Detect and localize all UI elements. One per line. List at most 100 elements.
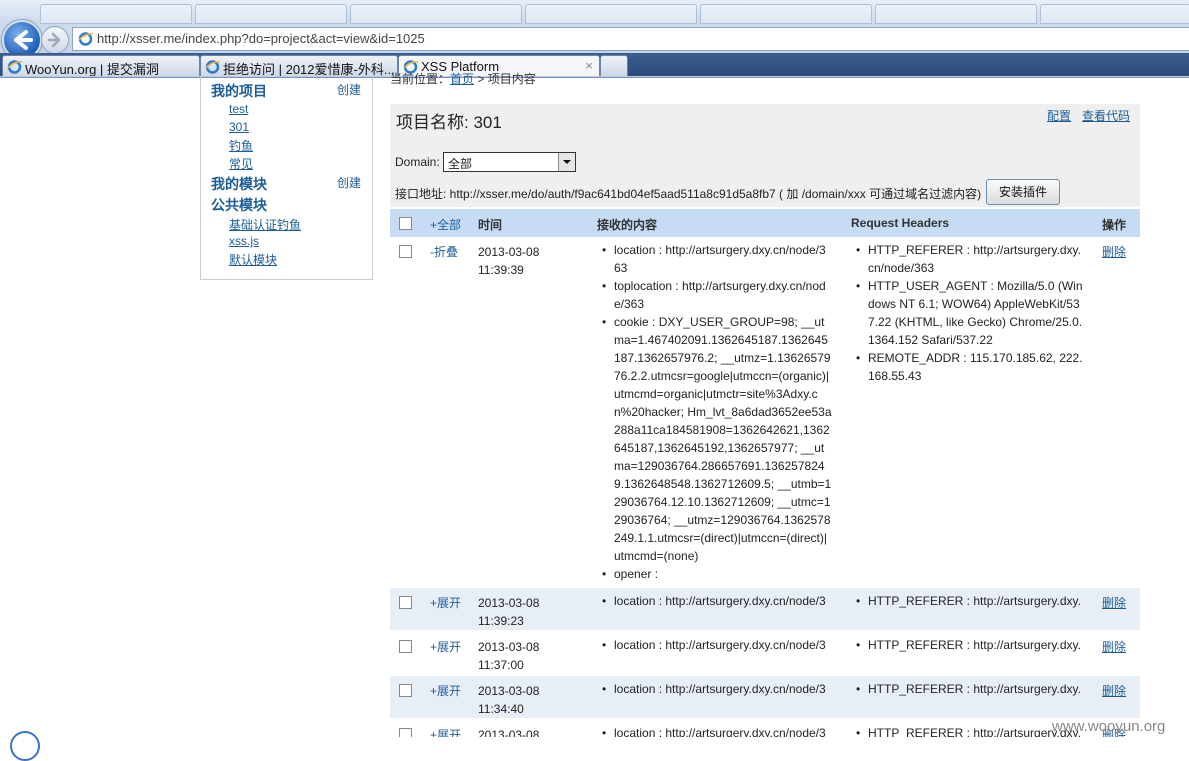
row-checkbox[interactable] (399, 684, 412, 697)
received-content-list: location : http://artsurgery.dxy.cn/node… (600, 592, 832, 610)
tab-wooyun[interactable]: WooYun.org | 提交漏洞 (2, 55, 200, 76)
view-code-link[interactable]: 查看代码 (1082, 107, 1130, 124)
row-checkbox[interactable] (399, 640, 412, 653)
column-header-content: 接收的内容 (597, 218, 658, 232)
api-address-text: 接口地址: http://xsser.me/do/auth/f9ac641bd0… (395, 187, 982, 201)
sidebar: 我的项目 创建 test 301 钓鱼 常见 我的模块 创建 公共模块 基础认证… (200, 77, 373, 280)
expand-toggle[interactable]: +展开 (430, 682, 461, 699)
received-content-list: location : http://artsurgery.dxy.cn/node… (600, 636, 832, 654)
request-headers-list: HTTP_REFERER : http://artsurgery.dxy. (854, 636, 1084, 654)
expand-toggle[interactable]: +展开 (430, 594, 461, 611)
column-header-action: 操作 (1102, 218, 1127, 232)
background-window-tab[interactable] (875, 4, 1037, 24)
module-link-basic-auth[interactable]: 基础认证钓鱼 (229, 216, 301, 233)
header-item: HTTP_REFERER : http://artsurgery.dxy. (854, 592, 1084, 610)
address-url[interactable]: http://xsser.me/index.php?do=project&act… (97, 31, 425, 46)
request-headers-list: HTTP_REFERER : http://artsurgery.dxy. (854, 592, 1084, 610)
breadcrumb-home-link[interactable]: 首页 (450, 72, 474, 86)
arrow-right-icon (47, 32, 61, 48)
content-item: location : http://artsurgery.dxy.cn/node… (600, 724, 832, 737)
domain-select[interactable]: 全部 (443, 152, 576, 172)
header-item: REMOTE_ADDR : 115.170.185.62, 222.168.55… (854, 349, 1084, 385)
ie-logo-icon (205, 60, 220, 74)
row-date: 2013-03-08 11:37:00 (478, 640, 540, 672)
header-item: HTTP_REFERER : http://artsurgery.dxy. (854, 724, 1084, 737)
table-row: -折叠 2013-03-08 11:39:39 location : http:… (390, 237, 1140, 587)
domain-select-value: 全部 (448, 157, 473, 171)
status-circle-icon (10, 731, 40, 761)
address-bar[interactable]: http://xsser.me/index.php?do=project&act… (72, 27, 1189, 51)
content-item: cookie : DXY_USER_GROUP=98; __utma=1.467… (600, 313, 832, 565)
project-title: 项目名称: 301 (396, 113, 502, 132)
dropdown-arrow-icon[interactable] (558, 153, 575, 171)
tab-label: WooYun.org | 提交漏洞 (25, 62, 159, 76)
close-tab-icon[interactable]: × (585, 58, 593, 73)
content-item: location : http://artsurgery.dxy.cn/node… (600, 680, 832, 698)
breadcrumb: 当前位置：首页 > 项目内容 (390, 70, 536, 87)
select-all-checkbox[interactable] (399, 217, 412, 230)
expand-toggle[interactable]: +展开 (430, 726, 461, 737)
project-link-common[interactable]: 常见 (229, 155, 253, 172)
background-window-tab[interactable] (350, 4, 522, 24)
config-link[interactable]: 配置 (1047, 107, 1071, 124)
expand-toggle[interactable]: +展开 (430, 638, 461, 655)
tab-label: 拒绝访问 | 2012爱惜康-外科... (223, 62, 395, 76)
table-header: +全部 时间 接收的内容 Request Headers 操作 (390, 209, 1140, 237)
content-item: location : http://artsurgery.dxy.cn/node… (600, 592, 832, 610)
project-link-phishing[interactable]: 钓鱼 (229, 137, 253, 154)
table-row: +展开 2013-03-08 11:34:40 location : http:… (390, 676, 1140, 718)
project-link-301[interactable]: 301 (229, 120, 249, 134)
create-module-link[interactable]: 创建 (337, 174, 361, 191)
watermark: www.wooyun.org (1052, 718, 1166, 735)
received-content-list: location : http://artsurgery.dxy.cn/node… (600, 241, 832, 583)
browser-chrome: http://xsser.me/index.php?do=project&act… (0, 0, 1189, 78)
row-checkbox[interactable] (399, 596, 412, 609)
delete-link[interactable]: 删除 (1102, 638, 1126, 655)
collapse-toggle[interactable]: -折叠 (430, 243, 458, 260)
background-window-tab[interactable] (195, 4, 347, 24)
delete-link[interactable]: 删除 (1102, 682, 1126, 699)
request-headers-list: HTTP_REFERER : http://artsurgery.dxy.cn/… (854, 241, 1084, 385)
create-project-link[interactable]: 创建 (337, 81, 361, 98)
row-date: 2013-03-08 11:39:23 (478, 596, 540, 628)
background-window-tab[interactable] (525, 4, 697, 24)
delete-link[interactable]: 删除 (1102, 243, 1126, 260)
breadcrumb-separator: > (474, 72, 488, 86)
column-header-request-headers: Request Headers (851, 216, 950, 230)
tab-bar: WooYun.org | 提交漏洞 拒绝访问 | 2012爱惜康-外科... X… (0, 53, 1189, 76)
expand-all-toggle[interactable]: +全部 (430, 216, 461, 233)
content-item: location : http://artsurgery.dxy.cn/node… (600, 241, 832, 277)
request-headers-list: HTTP_REFERER : http://artsurgery.dxy. (854, 724, 1084, 737)
background-window-tab[interactable] (40, 4, 192, 24)
row-date: 2013-03-08 (478, 728, 540, 737)
header-item: HTTP_REFERER : http://artsurgery.dxy. (854, 636, 1084, 654)
window-title-strip (0, 0, 1189, 26)
ie-logo-icon (7, 60, 22, 74)
ie-logo-icon (78, 32, 93, 46)
content-item: toplocation : http://artsurgery.dxy.cn/n… (600, 277, 832, 313)
project-link-test[interactable]: test (229, 102, 248, 116)
forward-button[interactable] (41, 26, 69, 54)
row-date: 2013-03-08 11:34:40 (478, 684, 540, 716)
table-row: +展开 2013-03-08 location : http://artsurg… (390, 720, 1140, 737)
row-checkbox[interactable] (399, 245, 412, 258)
header-item: HTTP_USER_AGENT : Mozilla/5.0 (Windows N… (854, 277, 1084, 349)
breadcrumb-prefix: 当前位置： (390, 72, 451, 86)
project-panel: 项目名称: 301 配置 查看代码 Domain: 全部 接口地址: http:… (390, 104, 1140, 207)
delete-link[interactable]: 删除 (1102, 594, 1126, 611)
row-checkbox[interactable] (399, 728, 412, 737)
module-link-xss-js[interactable]: xss.js (229, 234, 259, 248)
new-tab-button[interactable] (600, 55, 628, 76)
my-projects-heading: 我的项目 (211, 83, 267, 99)
header-item: HTTP_REFERER : http://artsurgery.dxy. (854, 680, 1084, 698)
request-headers-list: HTTP_REFERER : http://artsurgery.dxy. (854, 680, 1084, 698)
tab-access-denied[interactable]: 拒绝访问 | 2012爱惜康-外科... (200, 55, 398, 76)
content-item: location : http://artsurgery.dxy.cn/node… (600, 636, 832, 654)
header-item: HTTP_REFERER : http://artsurgery.dxy.cn/… (854, 241, 1084, 277)
background-window-tab[interactable] (1040, 4, 1189, 24)
domain-label: Domain: (395, 155, 440, 169)
install-plugin-button[interactable]: 安装插件 (986, 179, 1060, 205)
module-link-default[interactable]: 默认模块 (229, 251, 277, 268)
background-window-tab[interactable] (700, 4, 872, 24)
column-header-time: 时间 (478, 218, 503, 232)
